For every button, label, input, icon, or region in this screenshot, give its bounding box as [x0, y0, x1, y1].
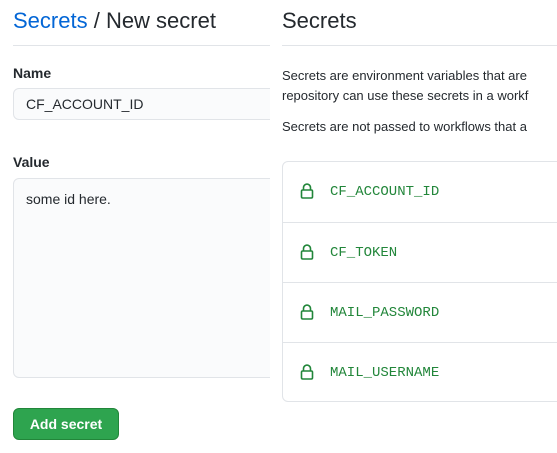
lock-icon	[300, 183, 314, 199]
secret-name: CF_ACCOUNT_ID	[330, 184, 440, 200]
secret-name: CF_TOKEN	[330, 245, 398, 261]
secrets-list: CF_ACCOUNT_ID CF_TOKEN MAIL_PASSWORD MAI…	[282, 161, 557, 402]
breadcrumb-separator: /	[87, 8, 106, 33]
secrets-panel: Secrets Secrets are environment variable…	[270, 0, 557, 453]
lock-icon	[300, 364, 314, 380]
secret-name-input[interactable]	[13, 88, 270, 120]
add-secret-button[interactable]: Add secret	[13, 408, 119, 440]
page-title: New secret	[105, 8, 216, 33]
secret-row-cf-account-id[interactable]: CF_ACCOUNT_ID	[283, 162, 557, 222]
secrets-description-line-3: Secrets are not passed to workflows that…	[282, 119, 527, 134]
breadcrumb: Secrets / New secret	[13, 5, 216, 37]
divider	[282, 45, 557, 46]
secrets-panel-title: Secrets	[282, 8, 357, 33]
secret-name: MAIL_PASSWORD	[330, 305, 440, 321]
secret-row-mail-username[interactable]: MAIL_USERNAME	[283, 342, 557, 402]
breadcrumb-secrets-link[interactable]: Secrets	[13, 8, 88, 33]
secrets-description-line-2: repository can use these secrets in a wo…	[282, 88, 529, 103]
secrets-description-line-1: Secrets are environment variables that a…	[282, 68, 527, 83]
secret-row-cf-token[interactable]: CF_TOKEN	[283, 222, 557, 282]
lock-icon	[300, 244, 314, 260]
divider	[13, 45, 270, 46]
secret-value-textarea[interactable]: some id here.	[13, 178, 270, 378]
new-secret-form: Secrets / New secret Name Value some id …	[0, 0, 270, 453]
secret-row-mail-password[interactable]: MAIL_PASSWORD	[283, 282, 557, 342]
lock-icon	[300, 304, 314, 320]
value-label: Value	[13, 154, 50, 170]
name-label: Name	[13, 65, 52, 81]
app-window: Secrets Secrets are environment variable…	[0, 0, 557, 453]
secret-name: MAIL_USERNAME	[330, 365, 440, 381]
